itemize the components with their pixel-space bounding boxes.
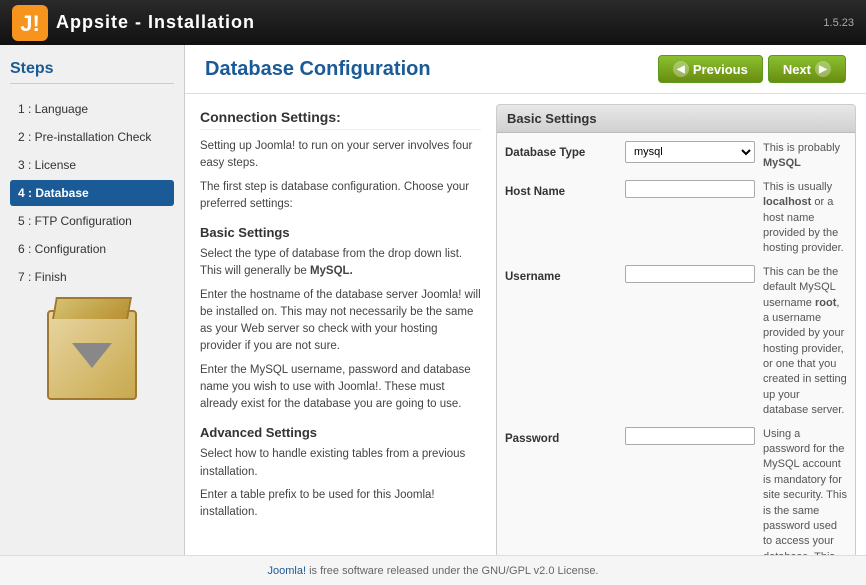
host-input[interactable]	[625, 180, 755, 198]
basic-settings-subtitle: Basic Settings	[200, 225, 481, 240]
advanced-settings-subtitle: Advanced Settings	[200, 425, 481, 440]
intro-text-1: Setting up Joomla! to run on your server…	[200, 138, 481, 173]
content-body: Connection Settings: Setting up Joomla! …	[185, 94, 866, 555]
panel-header: Basic Settings	[497, 105, 855, 133]
version-label: 1.5.23	[823, 17, 854, 29]
sidebar-item-database[interactable]: 4 : Database	[10, 180, 174, 206]
sidebar-item-license[interactable]: 3 : License	[10, 152, 174, 178]
basic-desc-1: Select the type of database from the dro…	[200, 246, 481, 281]
content-area: Database Configuration ◀ Previous Next ▶…	[185, 45, 866, 555]
footer: Joomla! is free software released under …	[0, 555, 866, 585]
connection-section-title: Connection Settings:	[200, 109, 481, 130]
joomla-box-decoration	[47, 310, 137, 400]
sidebar: Steps 1 : Language 2 : Pre-installation …	[0, 45, 185, 555]
db-type-row: Database Type mysql mysqli This is proba…	[505, 141, 847, 172]
left-panel: Connection Settings: Setting up Joomla! …	[195, 104, 486, 555]
right-panel: Basic Settings Database Type mysql mysql…	[496, 104, 856, 555]
intro-text-2: The first step is database configuration…	[200, 179, 481, 214]
main-layout: Steps 1 : Language 2 : Pre-installation …	[0, 45, 866, 555]
previous-icon: ◀	[673, 61, 689, 77]
header: J! Appsite - Installation 1.5.23	[0, 0, 866, 45]
sidebar-item-finish[interactable]: 7 : Finish	[10, 264, 174, 290]
advanced-desc-1: Select how to handle existing tables fro…	[200, 446, 481, 481]
sidebar-item-configuration[interactable]: 6 : Configuration	[10, 236, 174, 262]
svg-text:J!: J!	[20, 11, 40, 36]
host-label: Host Name	[505, 186, 565, 198]
logo-area: J! Appsite - Installation	[12, 5, 255, 41]
sidebar-item-ftp[interactable]: 5 : FTP Configuration	[10, 208, 174, 234]
next-icon: ▶	[815, 61, 831, 77]
content-header: Database Configuration ◀ Previous Next ▶	[185, 45, 866, 94]
password-input[interactable]	[625, 427, 755, 445]
db-type-label: Database Type	[505, 147, 585, 159]
password-label: Password	[505, 433, 559, 445]
sidebar-title: Steps	[10, 60, 174, 84]
basic-desc-3: Enter the MySQL username, password and d…	[200, 362, 481, 414]
host-row: Host Name This is usually localhost or a…	[505, 180, 847, 257]
next-button[interactable]: Next ▶	[768, 55, 846, 83]
joomla-link[interactable]: Joomla!	[268, 565, 307, 577]
previous-button[interactable]: ◀ Previous	[658, 55, 763, 83]
db-type-select[interactable]: mysql mysqli	[625, 141, 755, 163]
sidebar-item-language[interactable]: 1 : Language	[10, 96, 174, 122]
advanced-desc-2: Enter a table prefix to be used for this…	[200, 487, 481, 522]
username-row: Username This can be the default MySQL u…	[505, 265, 847, 419]
sidebar-item-preinstall[interactable]: 2 : Pre-installation Check	[10, 124, 174, 150]
username-input[interactable]	[625, 265, 755, 283]
nav-buttons: ◀ Previous Next ▶	[658, 55, 846, 83]
basic-desc-2: Enter the hostname of the database serve…	[200, 287, 481, 356]
page-title: Database Configuration	[205, 58, 431, 81]
joomla-logo-icon: J!	[12, 5, 48, 41]
panel-body: Database Type mysql mysqli This is proba…	[497, 133, 855, 555]
username-label: Username	[505, 271, 561, 283]
password-row: Password Using a password for the MySQL …	[505, 427, 847, 555]
app-title: Appsite - Installation	[56, 12, 255, 33]
download-arrow-icon	[72, 343, 112, 368]
